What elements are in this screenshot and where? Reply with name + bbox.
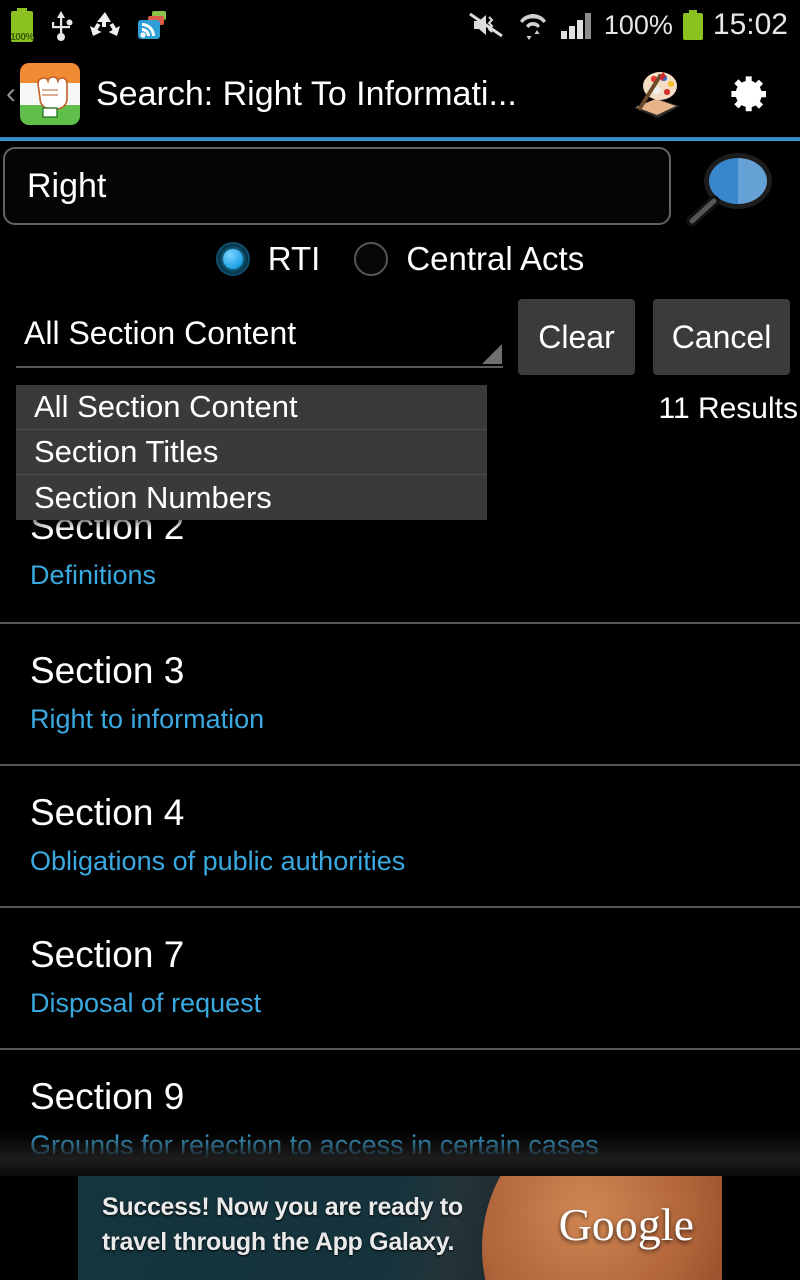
clear-button[interactable]: Clear: [518, 299, 635, 375]
spinner-selected-value: All Section Content: [24, 314, 297, 351]
app-screen: 100% 100% 15:02 ‹ Search: Right To Infor…: [0, 0, 800, 1280]
battery-icon: [682, 10, 703, 40]
results-count-label: 11 Results: [658, 392, 798, 425]
list-item[interactable]: Section 3 Right to information: [0, 622, 800, 764]
radio-label-rti: RTI: [267, 240, 321, 277]
google-logo: Google: [558, 1199, 694, 1250]
search-input-value: Right: [27, 166, 107, 205]
magnifier-icon[interactable]: [676, 151, 796, 229]
indian-flag-fist-icon[interactable]: [20, 63, 80, 125]
radio-button-selected-icon[interactable]: [215, 242, 250, 276]
status-bar: 100% 100% 15:02: [0, 0, 800, 50]
results-list: Section 2 Definitions Section 3 Right to…: [0, 480, 800, 1190]
result-title: Section 7: [30, 934, 185, 975]
spinner-dropdown-menu: All Section Content Section Titles Secti…: [16, 385, 487, 520]
battery-percent-label: 100%: [603, 9, 673, 40]
status-bar-right-icons: 100% 15:02: [466, 8, 800, 42]
result-subtitle: Disposal of request: [30, 988, 262, 1018]
scope-radio-group: RTI Central Acts: [0, 233, 800, 285]
gear-icon[interactable]: [728, 73, 770, 115]
sync-recycle-icon: [90, 12, 120, 36]
cancel-button[interactable]: Cancel: [653, 299, 790, 375]
action-bar-actions: [630, 68, 800, 120]
wifi-transfer-icon: [519, 14, 546, 40]
list-item[interactable]: Section 4 Obligations of public authorit…: [0, 764, 800, 906]
dropdown-option-section-numbers[interactable]: Section Numbers: [16, 475, 487, 520]
search-input[interactable]: Right: [3, 147, 671, 225]
ad-headline: Success! Now you are ready to travel thr…: [102, 1190, 463, 1260]
ad-banner[interactable]: Success! Now you are ready to travel thr…: [78, 1176, 722, 1280]
battery-charging-icon: 100%: [10, 8, 34, 43]
accent-divider: [0, 137, 800, 141]
fist-glyph: [37, 76, 68, 118]
result-subtitle: Obligations of public authorities: [30, 846, 406, 876]
back-chevron-icon[interactable]: ‹: [0, 79, 20, 109]
list-item[interactable]: Section 7 Disposal of request: [0, 906, 800, 1048]
radio-option-rti[interactable]: RTI: [215, 240, 321, 278]
result-title: Section 3: [30, 650, 185, 691]
action-bar: ‹ Search: Right To Informati...: [0, 50, 800, 138]
spinner-caret-icon: [482, 344, 502, 364]
result-title: Section 9: [30, 1076, 185, 1117]
radio-label-central-acts: Central Acts: [406, 240, 585, 277]
list-bottom-shadow: [0, 1132, 800, 1176]
usb-icon: [52, 11, 73, 41]
result-subtitle: Definitions: [30, 560, 157, 590]
result-subtitle: Right to information: [30, 704, 265, 734]
dropdown-option-all-section-content[interactable]: All Section Content: [16, 385, 487, 430]
page-title: Search: Right To Informati...: [96, 74, 517, 113]
search-scope-spinner[interactable]: All Section Content: [16, 300, 503, 368]
ad-headline-line1: Success! Now you are ready to: [102, 1193, 463, 1221]
dropdown-option-section-titles[interactable]: Section Titles: [16, 430, 487, 475]
battery-badge-label: 100%: [10, 32, 34, 43]
paint-palette-icon[interactable]: [630, 68, 682, 120]
radio-option-central-acts[interactable]: Central Acts: [354, 240, 584, 278]
ad-headline-line2: travel through the App Galaxy.: [102, 1228, 455, 1256]
mute-vibrate-off-icon: [469, 12, 503, 38]
result-title: Section 4: [30, 792, 185, 833]
status-bar-left-icons: 100%: [0, 8, 168, 43]
rss-feed-icon: [138, 11, 166, 39]
search-row: Right: [0, 147, 800, 227]
radio-button-unselected-icon[interactable]: [354, 242, 389, 276]
clock-label: 15:02: [712, 8, 788, 41]
cellular-signal-icon: [560, 13, 591, 39]
